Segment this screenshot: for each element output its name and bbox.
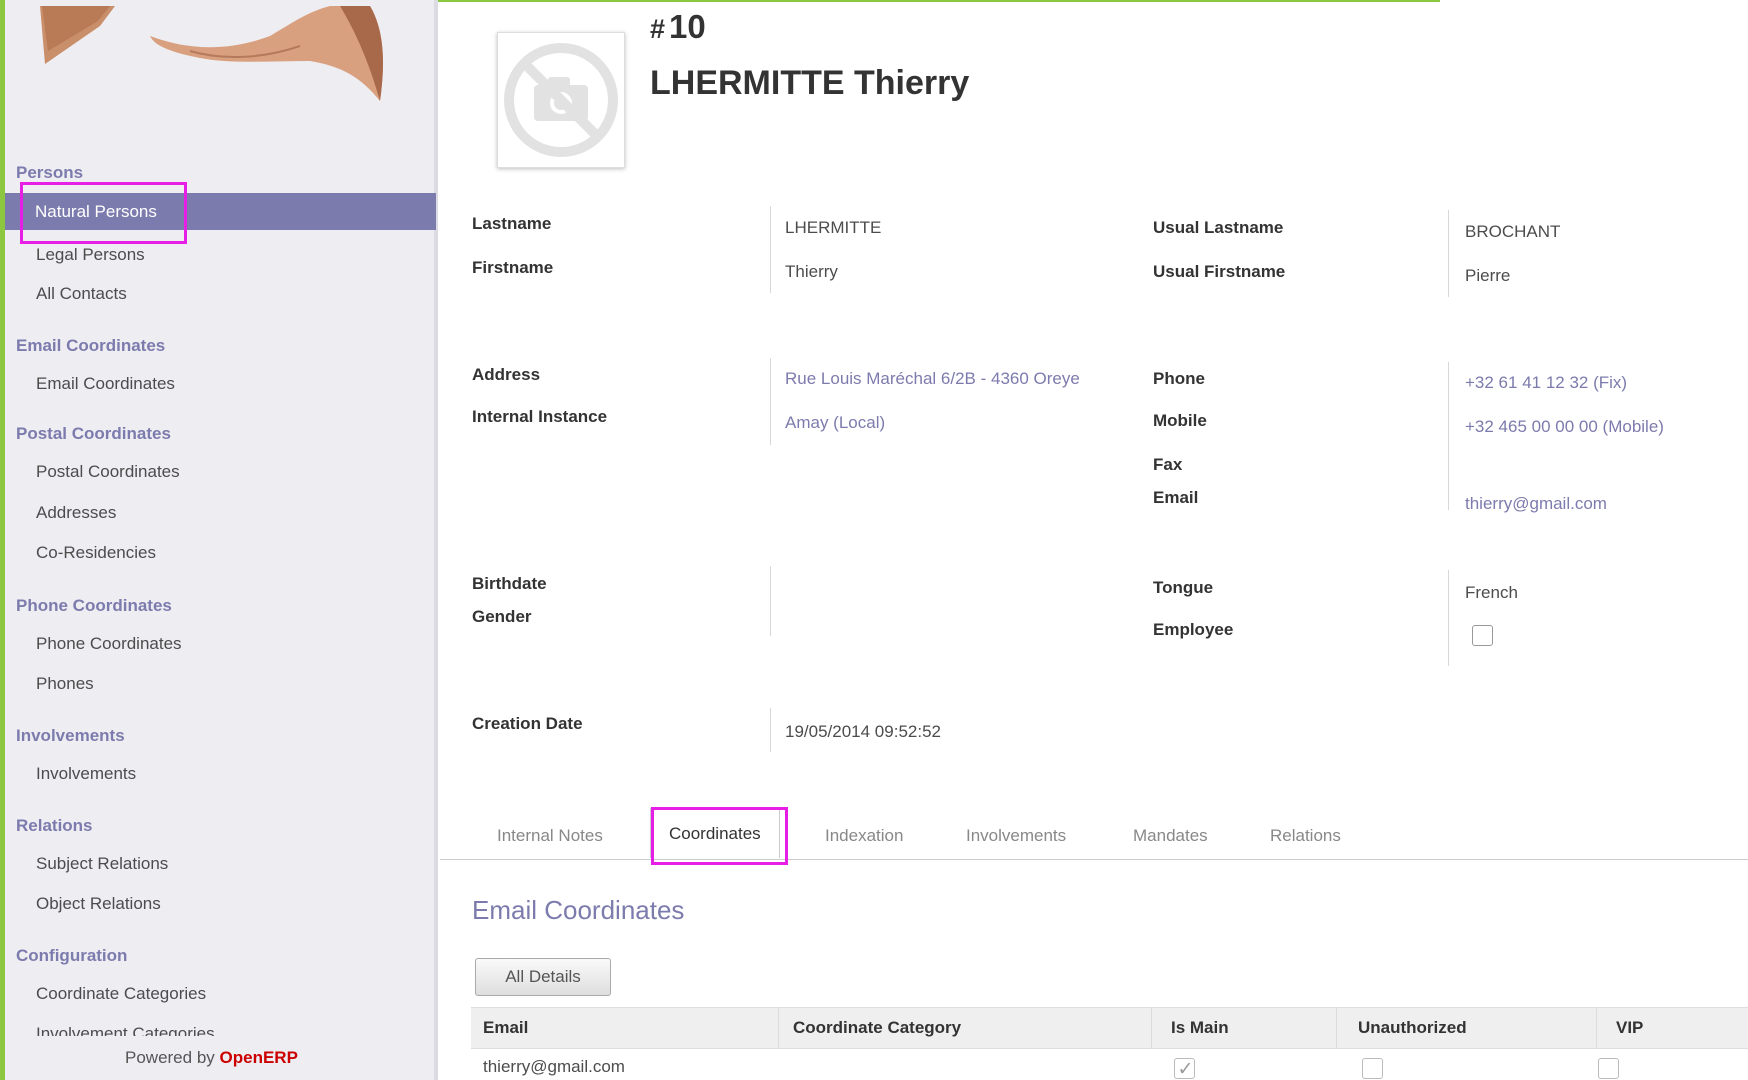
menu-item-natural-persons[interactable]: Natural Persons [5, 193, 436, 230]
no-photo-icon [504, 43, 618, 157]
menu-section-email-coordinates[interactable]: Email Coordinates [16, 336, 165, 356]
tab-coordinates[interactable]: Coordinates [650, 808, 780, 858]
powered-by: Powered by OpenERP [125, 1048, 298, 1068]
address-label: Address [472, 365, 541, 384]
menu-section-phone-coordinates[interactable]: Phone Coordinates [16, 596, 172, 616]
menu-section-persons[interactable]: Persons [16, 163, 83, 183]
sidebar: Persons Natural Persons Legal Persons Al… [5, 0, 438, 1080]
tongue-value[interactable]: French [1465, 583, 1518, 603]
unauthorized-checkbox [1362, 1058, 1383, 1079]
menu-item-object-relations[interactable]: Object Relations [36, 894, 161, 914]
hands-logo-image [40, 6, 383, 101]
separator [1448, 570, 1449, 666]
menu-section-involvements[interactable]: Involvements [16, 726, 125, 746]
creation-date-label: Creation Date [472, 714, 583, 733]
employee-checkbox[interactable] [1472, 625, 1493, 646]
record-hash: # [650, 14, 666, 44]
vip-checkbox [1598, 1058, 1619, 1079]
col-unauthorized[interactable]: Unauthorized [1358, 1018, 1467, 1038]
col-coordinate-category[interactable]: Coordinate Category [793, 1018, 961, 1038]
fax-label: Fax [1153, 455, 1183, 474]
left-accent-line [0, 0, 5, 1080]
menu-item-addresses[interactable]: Addresses [36, 503, 116, 523]
email-label: Email [1153, 488, 1199, 507]
col-is-main[interactable]: Is Main [1171, 1018, 1229, 1038]
phone-link[interactable]: +32 61 41 12 32 (Fix) [1465, 373, 1627, 393]
menu-item-all-contacts[interactable]: All Contacts [36, 284, 127, 304]
birthdate-label: Birthdate [472, 574, 547, 593]
menu-item-phones[interactable]: Phones [36, 674, 94, 694]
internal-instance-label: Internal Instance [472, 407, 608, 426]
email-link[interactable]: thierry@gmail.com [1465, 494, 1607, 514]
separator [770, 708, 771, 752]
is-main-checkbox: ✓ [1174, 1058, 1195, 1080]
separator [1448, 362, 1449, 510]
table-header: Email Coordinate Category Is Main Unauth… [471, 1007, 1748, 1049]
mobile-label: Mobile [1153, 411, 1207, 430]
usual-lastname-value[interactable]: BROCHANT [1465, 222, 1560, 242]
usual-firstname-value[interactable]: Pierre [1465, 266, 1510, 286]
openerp-link[interactable]: OpenERP [220, 1048, 298, 1067]
column-divider [778, 1008, 779, 1048]
col-vip[interactable]: VIP [1616, 1018, 1643, 1038]
column-divider [1596, 1008, 1597, 1048]
tab-relations[interactable]: Relations [1270, 826, 1341, 846]
firstname-value[interactable]: Thierry [785, 262, 838, 282]
all-details-button[interactable]: All Details [475, 958, 611, 996]
gender-label: Gender [472, 607, 532, 626]
col-email[interactable]: Email [483, 1018, 528, 1038]
menu-section-configuration[interactable]: Configuration [16, 946, 127, 966]
menu-item-subject-relations[interactable]: Subject Relations [36, 854, 168, 874]
lastname-value[interactable]: LHERMITTE [785, 218, 881, 238]
tab-involvements[interactable]: Involvements [966, 826, 1066, 846]
column-divider [1151, 1008, 1152, 1048]
tab-mandates[interactable]: Mandates [1133, 826, 1208, 846]
usual-firstname-label: Usual Firstname [1153, 262, 1286, 281]
creation-date-value: 19/05/2014 09:52:52 [785, 722, 941, 741]
menu-section-postal-coordinates[interactable]: Postal Coordinates [16, 424, 171, 444]
firstname-label: Firstname [472, 258, 554, 277]
employee-label: Employee [1153, 620, 1234, 639]
tab-internal-notes[interactable]: Internal Notes [497, 826, 603, 846]
usual-lastname-label: Usual Lastname [1153, 218, 1284, 237]
menu-item-involvement-categories[interactable]: Involvement Categories [36, 1024, 215, 1036]
separator [770, 206, 771, 293]
powered-by-label: Powered by [125, 1048, 215, 1067]
photo-placeholder[interactable] [497, 32, 625, 168]
record-number-value: 10 [669, 8, 706, 45]
menu-section-relations[interactable]: Relations [16, 816, 93, 836]
internal-instance-link[interactable]: Amay (Local) [785, 413, 885, 433]
record-number: #10 [650, 8, 706, 46]
email-coordinates-title: Email Coordinates [472, 895, 685, 925]
phone-label: Phone [1153, 369, 1205, 388]
column-divider [1336, 1008, 1337, 1048]
record-name: LHERMITTE Thierry [650, 64, 970, 102]
separator [770, 358, 771, 445]
menu-item-phone-coordinates[interactable]: Phone Coordinates [36, 634, 182, 654]
menu-item-legal-persons[interactable]: Legal Persons [36, 245, 145, 265]
menu-item-coordinate-categories[interactable]: Coordinate Categories [36, 984, 206, 1004]
menu-item-co-residencies[interactable]: Co-Residencies [36, 543, 156, 563]
separator [1448, 210, 1449, 297]
tongue-label: Tongue [1153, 578, 1214, 597]
separator [770, 566, 771, 636]
address-link[interactable]: Rue Louis Maréchal 6/2B - 4360 Oreye [785, 369, 1080, 389]
menu-item-involvements[interactable]: Involvements [36, 764, 136, 784]
tab-indexation[interactable]: Indexation [825, 826, 903, 846]
menu-item-email-coordinates[interactable]: Email Coordinates [36, 374, 175, 394]
mobile-link[interactable]: +32 465 00 00 00 (Mobile) [1465, 417, 1664, 437]
menu-item-postal-coordinates[interactable]: Postal Coordinates [36, 462, 180, 482]
tabs-underline [440, 859, 1748, 860]
check-icon: ✓ [1177, 1059, 1194, 1080]
record-form: #10 LHERMITTE Thierry Lastname Firstname… [440, 0, 1748, 1080]
row-email[interactable]: thierry@gmail.com [483, 1057, 625, 1077]
lastname-label: Lastname [472, 214, 552, 233]
